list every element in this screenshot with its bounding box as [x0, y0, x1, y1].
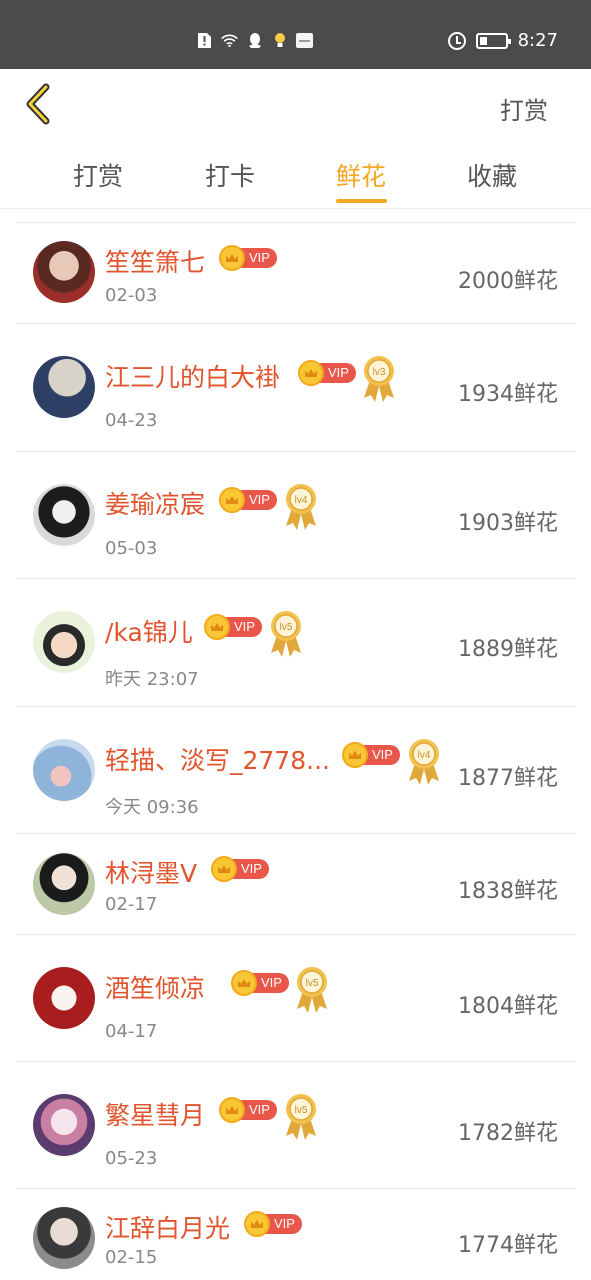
list-item[interactable]: 酒笙倾凉 VIP lv5 04-17 1804鲜花: [16, 934, 575, 1061]
level-text: lv5: [280, 622, 293, 633]
date: 02-17: [105, 894, 158, 915]
crown-icon: [298, 360, 324, 386]
list-item[interactable]: 轻描、淡写_2778... VIP lv4 今天 09:36 1877鲜花: [16, 706, 575, 833]
level-medal-icon: lv4: [409, 739, 439, 785]
vip-badge: VIP: [211, 856, 269, 882]
date: 昨天 23:07: [105, 669, 199, 690]
crown-icon: [244, 1211, 270, 1237]
list-item[interactable]: 林浔墨V VIP 02-17 1838鲜花: [16, 833, 575, 934]
level-medal-icon: lv5: [271, 611, 301, 657]
date: 05-03: [105, 538, 158, 559]
user-name[interactable]: 繁星彗月: [105, 1096, 205, 1132]
avatar[interactable]: [33, 739, 95, 801]
vip-badge: VIP: [342, 742, 400, 768]
avatar[interactable]: [33, 853, 95, 915]
user-name[interactable]: 林浔墨V: [105, 854, 197, 890]
vip-badge: VIP: [298, 360, 356, 386]
vip-badge: VIP: [219, 1097, 277, 1123]
level-text: lv5: [295, 1105, 308, 1116]
vip-badge: VIP: [231, 970, 289, 996]
user-name[interactable]: 江辞白月光: [105, 1209, 230, 1245]
clock: 8:27: [517, 30, 558, 51]
level-text: lv4: [295, 495, 308, 506]
flower-amount: 1782鲜花: [458, 1121, 558, 1146]
chevron-left-icon: [26, 83, 50, 125]
user-name[interactable]: 江三儿的白大褂: [105, 358, 280, 394]
app-notification-icon: [296, 33, 313, 48]
alarm-icon: [447, 31, 466, 50]
list-item[interactable]: 笙笙箫七 VIP 02-03 2000鲜花: [16, 222, 575, 323]
level-medal-icon: lv3: [364, 356, 394, 402]
flower-amount: 1838鲜花: [458, 879, 558, 904]
wifi-icon: [221, 32, 238, 49]
vip-badge: VIP: [219, 487, 277, 513]
level-medal-icon: lv5: [286, 1094, 316, 1140]
crown-icon: [219, 487, 245, 513]
list-item[interactable]: 繁星彗月 VIP lv5 05-23 1782鲜花: [16, 1061, 575, 1188]
list-item[interactable]: 姜瑜凉宸 VIP lv4 05-03 1903鲜花: [16, 451, 575, 578]
avatar[interactable]: [33, 1207, 95, 1269]
tab-bar: 打赏 打卡 鲜花 收藏: [0, 141, 591, 209]
user-name[interactable]: 姜瑜凉宸: [105, 485, 205, 521]
tab-checkin[interactable]: 打卡: [185, 157, 275, 193]
date: 今天 09:36: [105, 797, 199, 818]
flower-amount: 1889鲜花: [458, 637, 558, 662]
avatar[interactable]: [33, 484, 95, 546]
back-button[interactable]: [22, 83, 56, 125]
flower-amount: 1903鲜花: [458, 511, 558, 536]
flower-amount: 1934鲜花: [458, 382, 558, 407]
vip-badge: VIP: [219, 245, 277, 271]
crown-icon: [219, 245, 245, 271]
level-text: lv3: [373, 367, 386, 378]
crown-icon: [204, 614, 230, 640]
avatar[interactable]: [33, 967, 95, 1029]
battery-icon: [475, 32, 511, 49]
vip-badge: VIP: [244, 1211, 302, 1237]
flower-amount: 1774鲜花: [458, 1233, 558, 1258]
user-name[interactable]: 酒笙倾凉: [105, 969, 205, 1005]
user-name[interactable]: 轻描、淡写_2778...: [105, 741, 330, 777]
date: 02-03: [105, 285, 158, 306]
date: 05-23: [105, 1148, 158, 1169]
level-medal-icon: lv4: [286, 484, 316, 530]
level-medal-icon: lv5: [297, 967, 327, 1013]
status-right: 8:27: [447, 30, 558, 51]
list-item[interactable]: 江辞白月光 VIP 02-15 1774鲜花: [16, 1188, 575, 1280]
vip-badge: VIP: [204, 614, 262, 640]
avatar[interactable]: [33, 611, 95, 673]
user-name[interactable]: 笙笙箫七: [105, 243, 205, 279]
active-tab-indicator: [336, 199, 387, 203]
flower-amount: 2000鲜花: [458, 269, 558, 294]
user-name[interactable]: /ka锦儿: [105, 613, 193, 649]
flower-ranking-list: 笙笙箫七 VIP 02-03 2000鲜花 江三儿的白大褂 VIP lv3 04…: [16, 222, 575, 1280]
date: 04-23: [105, 410, 158, 431]
tab-flowers[interactable]: 鲜花: [316, 157, 406, 193]
flower-amount: 1877鲜花: [458, 766, 558, 791]
sim-alert-icon: [196, 32, 213, 49]
notification-icons: [196, 32, 313, 49]
header: 打赏: [0, 69, 591, 141]
level-text: lv4: [418, 750, 431, 761]
crown-icon: [231, 970, 257, 996]
avatar[interactable]: [33, 1094, 95, 1156]
tab-favorites[interactable]: 收藏: [447, 157, 537, 193]
avatar[interactable]: [33, 356, 95, 418]
flower-amount: 1804鲜花: [458, 994, 558, 1019]
list-item[interactable]: 江三儿的白大褂 VIP lv3 04-23 1934鲜花: [16, 323, 575, 451]
bulb-icon: [271, 32, 288, 49]
reward-action-button[interactable]: 打赏: [500, 91, 548, 126]
status-bar: 8:27: [0, 0, 591, 69]
level-text: lv5: [306, 978, 319, 989]
tab-reward[interactable]: 打赏: [53, 157, 143, 193]
crown-icon: [211, 856, 237, 882]
date: 04-17: [105, 1021, 158, 1042]
date: 02-15: [105, 1247, 158, 1268]
list-item[interactable]: /ka锦儿 VIP lv5 昨天 23:07 1889鲜花: [16, 578, 575, 706]
crown-icon: [342, 742, 368, 768]
qq-icon: [246, 32, 263, 49]
crown-icon: [219, 1097, 245, 1123]
avatar[interactable]: [33, 241, 95, 303]
